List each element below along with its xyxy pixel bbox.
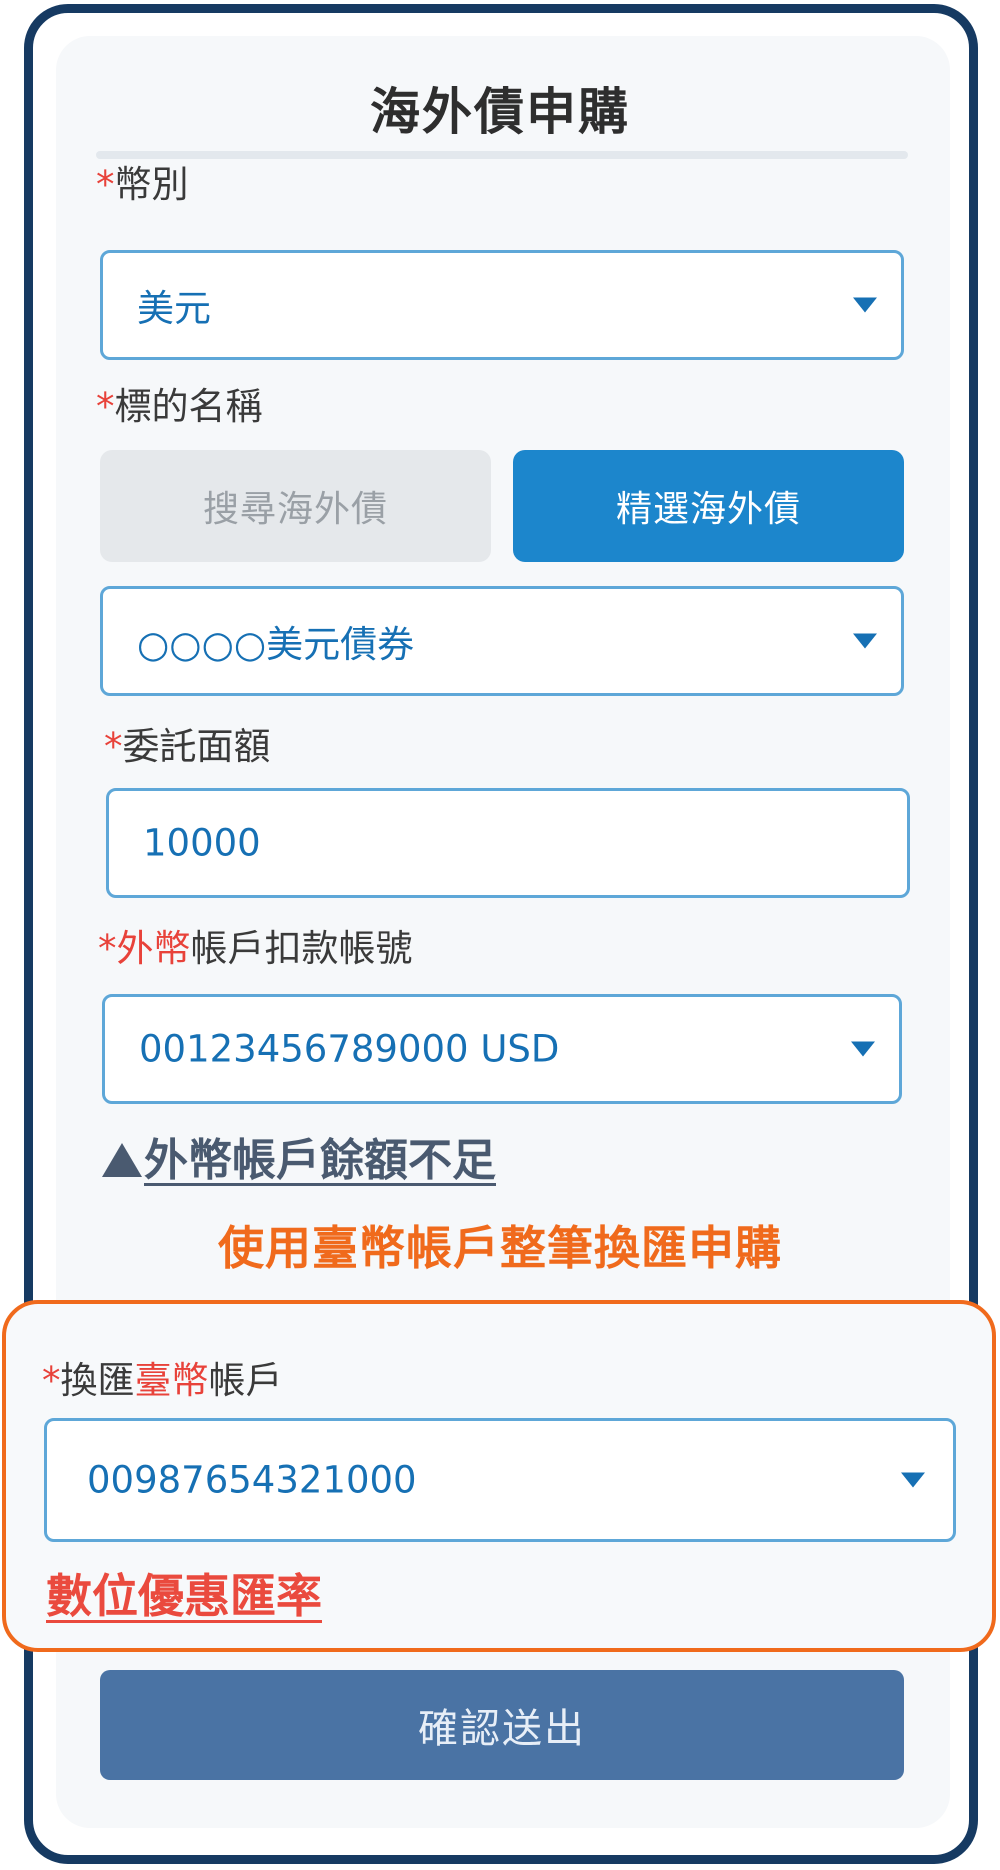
target-label: *標的名稱: [96, 376, 263, 430]
debit-account-label-text: 帳戶扣款帳號: [190, 927, 413, 970]
chevron-down-icon: [851, 1041, 875, 1057]
debit-account-value: 00123456789000 USD: [139, 1027, 560, 1071]
currency-label-text: 幣別: [114, 163, 189, 206]
required-mark: *: [104, 725, 123, 768]
tab-featured-bonds[interactable]: 精選海外債: [513, 450, 904, 562]
bond-select[interactable]: ○○○○美元債券: [100, 586, 904, 696]
submit-button[interactable]: 確認送出: [100, 1670, 904, 1780]
debit-account-label: *外幣帳戶扣款帳號: [98, 918, 413, 972]
currency-label: *幣別: [96, 154, 189, 208]
digital-rate-link[interactable]: 數位優惠匯率: [46, 1560, 322, 1626]
required-mark: *: [42, 1359, 61, 1402]
required-mark: *: [96, 385, 115, 428]
chevron-down-icon: [853, 633, 877, 649]
debit-account-select[interactable]: 00123456789000 USD: [102, 994, 902, 1104]
amount-value: 10000: [143, 821, 261, 865]
foreign-currency-word: 外幣: [116, 927, 191, 970]
title-divider: [96, 151, 908, 159]
tab-search-bonds[interactable]: 搜尋海外債: [100, 450, 491, 562]
exchange-label-prefix: 換匯: [60, 1359, 135, 1402]
exchange-account-value: 00987654321000: [87, 1458, 417, 1502]
exchange-label-suffix: 帳戶: [208, 1359, 283, 1402]
warning-triangle-icon: [102, 1143, 142, 1177]
target-label-text: 標的名稱: [114, 385, 263, 428]
currency-select[interactable]: 美元: [100, 250, 904, 360]
bond-value: ○○○○美元債券: [137, 623, 415, 666]
amount-label-text: 委託面額: [122, 725, 271, 768]
required-mark: *: [98, 927, 117, 970]
currency-value: 美元: [137, 287, 211, 330]
amount-label: *委託面額: [104, 716, 271, 770]
amount-input[interactable]: 10000: [106, 788, 910, 898]
insufficient-balance-text: 外幣帳戶餘額不足: [144, 1135, 496, 1186]
exchange-promo-text: 使用臺幣帳戶整筆換匯申購: [218, 1221, 782, 1275]
chevron-down-icon: [901, 1472, 925, 1488]
insufficient-balance-link[interactable]: 外幣帳戶餘額不足: [102, 1124, 496, 1188]
exchange-account-label: *換匯臺幣帳戶: [42, 1350, 283, 1404]
twd-word: 臺幣: [134, 1359, 209, 1402]
page-title: 海外債申購: [370, 83, 630, 141]
chevron-down-icon: [853, 297, 877, 313]
exchange-account-select[interactable]: 00987654321000: [44, 1418, 956, 1542]
required-mark: *: [96, 163, 115, 206]
